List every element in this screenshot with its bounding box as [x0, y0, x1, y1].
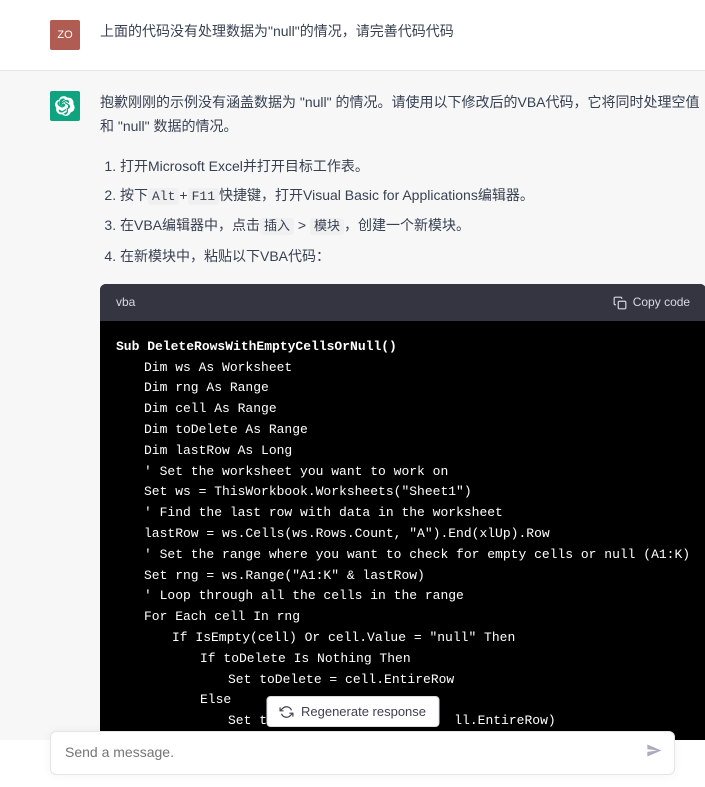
assistant-message-row: 抱歉刚刚的示例没有涵盖数据为 "null" 的情况。请使用以下修改后的VBA代码… — [0, 70, 705, 740]
code-content: Sub DeleteRowsWithEmptyCellsOrNull() Dim… — [100, 321, 705, 740]
step-1: 打开Microsoft Excel并打开目标工作表。 — [120, 155, 705, 179]
send-button[interactable] — [646, 743, 662, 764]
copy-code-button[interactable]: Copy code — [613, 292, 690, 312]
user-message-row: ZO 上面的代码没有处理数据为"null"的情况，请完善代码代码 — [0, 0, 705, 70]
step-3: 在VBA编辑器中，点击插入 > 模块，创建一个新模块。 — [120, 214, 705, 238]
step-4: 在新模块中，粘贴以下VBA代码： — [120, 245, 705, 269]
code-header: vba Copy code — [100, 284, 705, 320]
regenerate-button[interactable]: Regenerate response — [266, 696, 439, 727]
openai-logo-icon — [55, 96, 75, 116]
send-icon — [646, 743, 662, 759]
code-block: vba Copy code Sub DeleteRowsWithEmptyCel… — [100, 284, 705, 740]
message-input[interactable] — [65, 744, 630, 760]
steps-list: 打开Microsoft Excel并打开目标工作表。 按下Alt+F11快捷键，… — [100, 155, 705, 269]
step-2: 按下Alt+F11快捷键，打开Visual Basic for Applicat… — [120, 184, 705, 208]
assistant-avatar — [50, 91, 80, 121]
user-avatar: ZO — [50, 20, 80, 50]
refresh-icon — [279, 705, 293, 719]
message-input-container[interactable] — [50, 731, 675, 775]
assistant-intro-text: 抱歉刚刚的示例没有涵盖数据为 "null" 的情况。请使用以下修改后的VBA代码… — [100, 91, 705, 139]
clipboard-icon — [613, 296, 627, 310]
code-language-label: vba — [116, 292, 135, 312]
user-message-text: 上面的代码没有处理数据为"null"的情况，请完善代码代码 — [100, 20, 665, 50]
